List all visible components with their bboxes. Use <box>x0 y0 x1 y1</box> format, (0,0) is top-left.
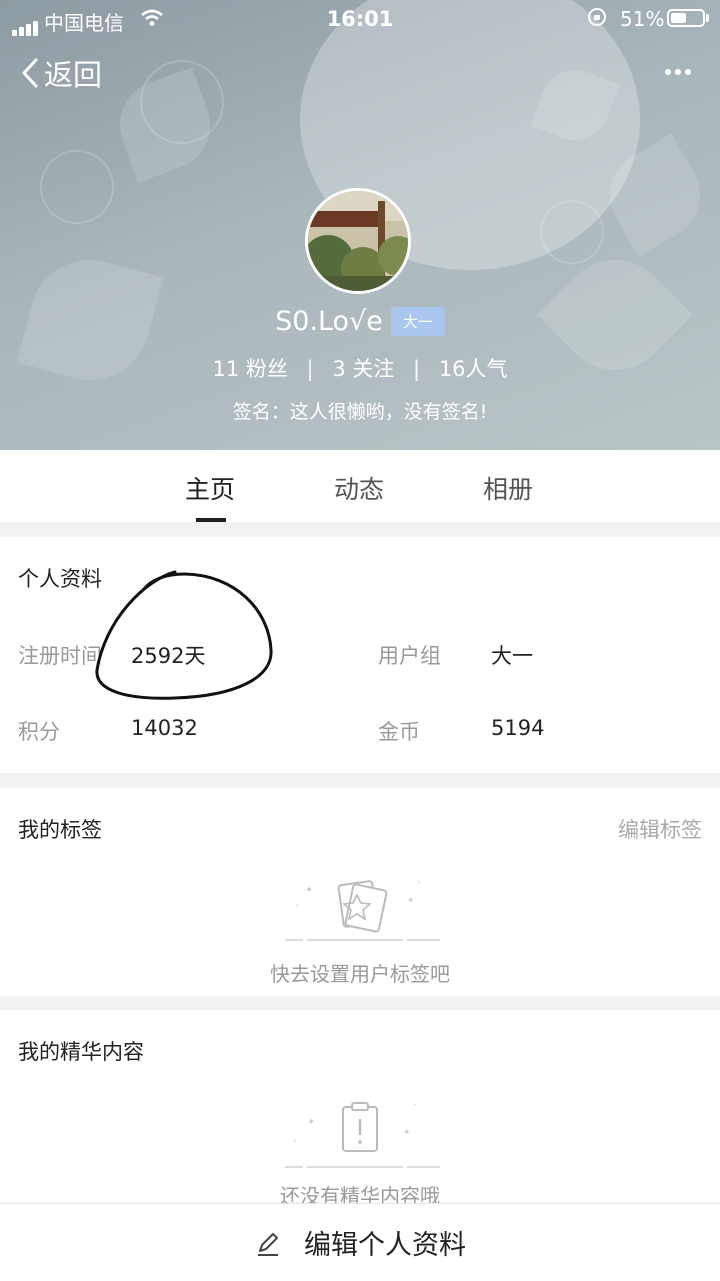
tab-bar: 主页 动态 相册 <box>0 450 720 522</box>
cards-star-icon: ✦ ✦ • • <box>285 879 440 941</box>
pencil-icon <box>258 1232 278 1256</box>
header-decor <box>40 150 114 224</box>
profile-stats: 11 粉丝 | 3 关注 | 16人气 <box>0 353 720 383</box>
svg-text:✦: ✦ <box>407 896 415 906</box>
popularity-count: 16人气 <box>438 357 508 381</box>
avatar-image <box>308 191 408 291</box>
fans-count[interactable]: 11 粉丝 <box>212 357 287 381</box>
tags-empty-text: 快去设置用户标签吧 <box>270 962 450 986</box>
tab-activity[interactable]: 动态 <box>334 470 384 506</box>
stats-divider: | <box>413 357 421 381</box>
battery-fill <box>671 13 686 23</box>
svg-text:•: • <box>417 879 421 887</box>
tab-home[interactable]: 主页 <box>185 470 235 506</box>
essence-card: 我的精华内容 ✦ ✦ • • 还没有精华内容哦 <box>0 1010 720 1208</box>
svg-text:✦: ✦ <box>305 885 313 896</box>
svg-text:•: • <box>295 902 299 910</box>
following-count[interactable]: 3 关注 <box>332 357 394 381</box>
essence-title: 我的精华内容 <box>18 1040 144 1064</box>
svg-text:•: • <box>413 1101 417 1109</box>
edit-profile-button[interactable]: 编辑个人资料 <box>0 1203 720 1281</box>
battery-percent: 51% <box>620 7 665 31</box>
svg-text:✦: ✦ <box>403 1128 411 1138</box>
more-icon[interactable] <box>665 60 695 79</box>
clipboard-icon: ✦ ✦ • • <box>285 1101 440 1168</box>
tab-album[interactable]: 相册 <box>483 470 533 506</box>
avatar[interactable] <box>305 188 411 294</box>
coins-value: 5194 <box>491 716 545 740</box>
battery-nub <box>706 14 709 22</box>
coins-label: 金币 <box>378 720 420 744</box>
edit-profile-label: 编辑个人资料 <box>304 1230 466 1261</box>
grade-badge: 大一 <box>390 307 445 336</box>
edit-tags-button[interactable]: 编辑标签 <box>618 814 702 844</box>
lock-icon <box>588 8 606 26</box>
user-group-value: 大一 <box>491 644 533 668</box>
username: S0.Lo√e <box>275 306 383 337</box>
battery-icon <box>667 9 705 27</box>
tags-card: 我的标签 编辑标签 ✦ ✦ • • 快去设置用户标签吧 <box>0 788 720 996</box>
user-group-label: 用户组 <box>378 644 441 668</box>
points-label: 积分 <box>18 720 60 744</box>
svg-text:•: • <box>293 1137 297 1145</box>
active-tab-indicator <box>196 518 226 522</box>
tags-title: 我的标签 <box>18 818 102 842</box>
back-chevron-icon <box>22 58 38 88</box>
back-button[interactable]: 返回 <box>20 52 102 94</box>
points-value: 14032 <box>131 716 198 740</box>
signature: 签名：这人很懒哟，没有签名! <box>232 401 488 423</box>
back-label: 返回 <box>44 58 103 92</box>
header-decor <box>140 60 224 144</box>
stats-divider: | <box>306 357 314 381</box>
clock: 16:01 <box>326 7 394 31</box>
status-bar: 中国电信 16:01 51% <box>0 0 720 40</box>
hand-drawn-circle-annotation <box>95 570 273 700</box>
svg-text:✦: ✦ <box>307 1117 315 1128</box>
header-decor <box>540 200 604 264</box>
name-row: S0.Lo√e 大一 <box>0 306 720 337</box>
